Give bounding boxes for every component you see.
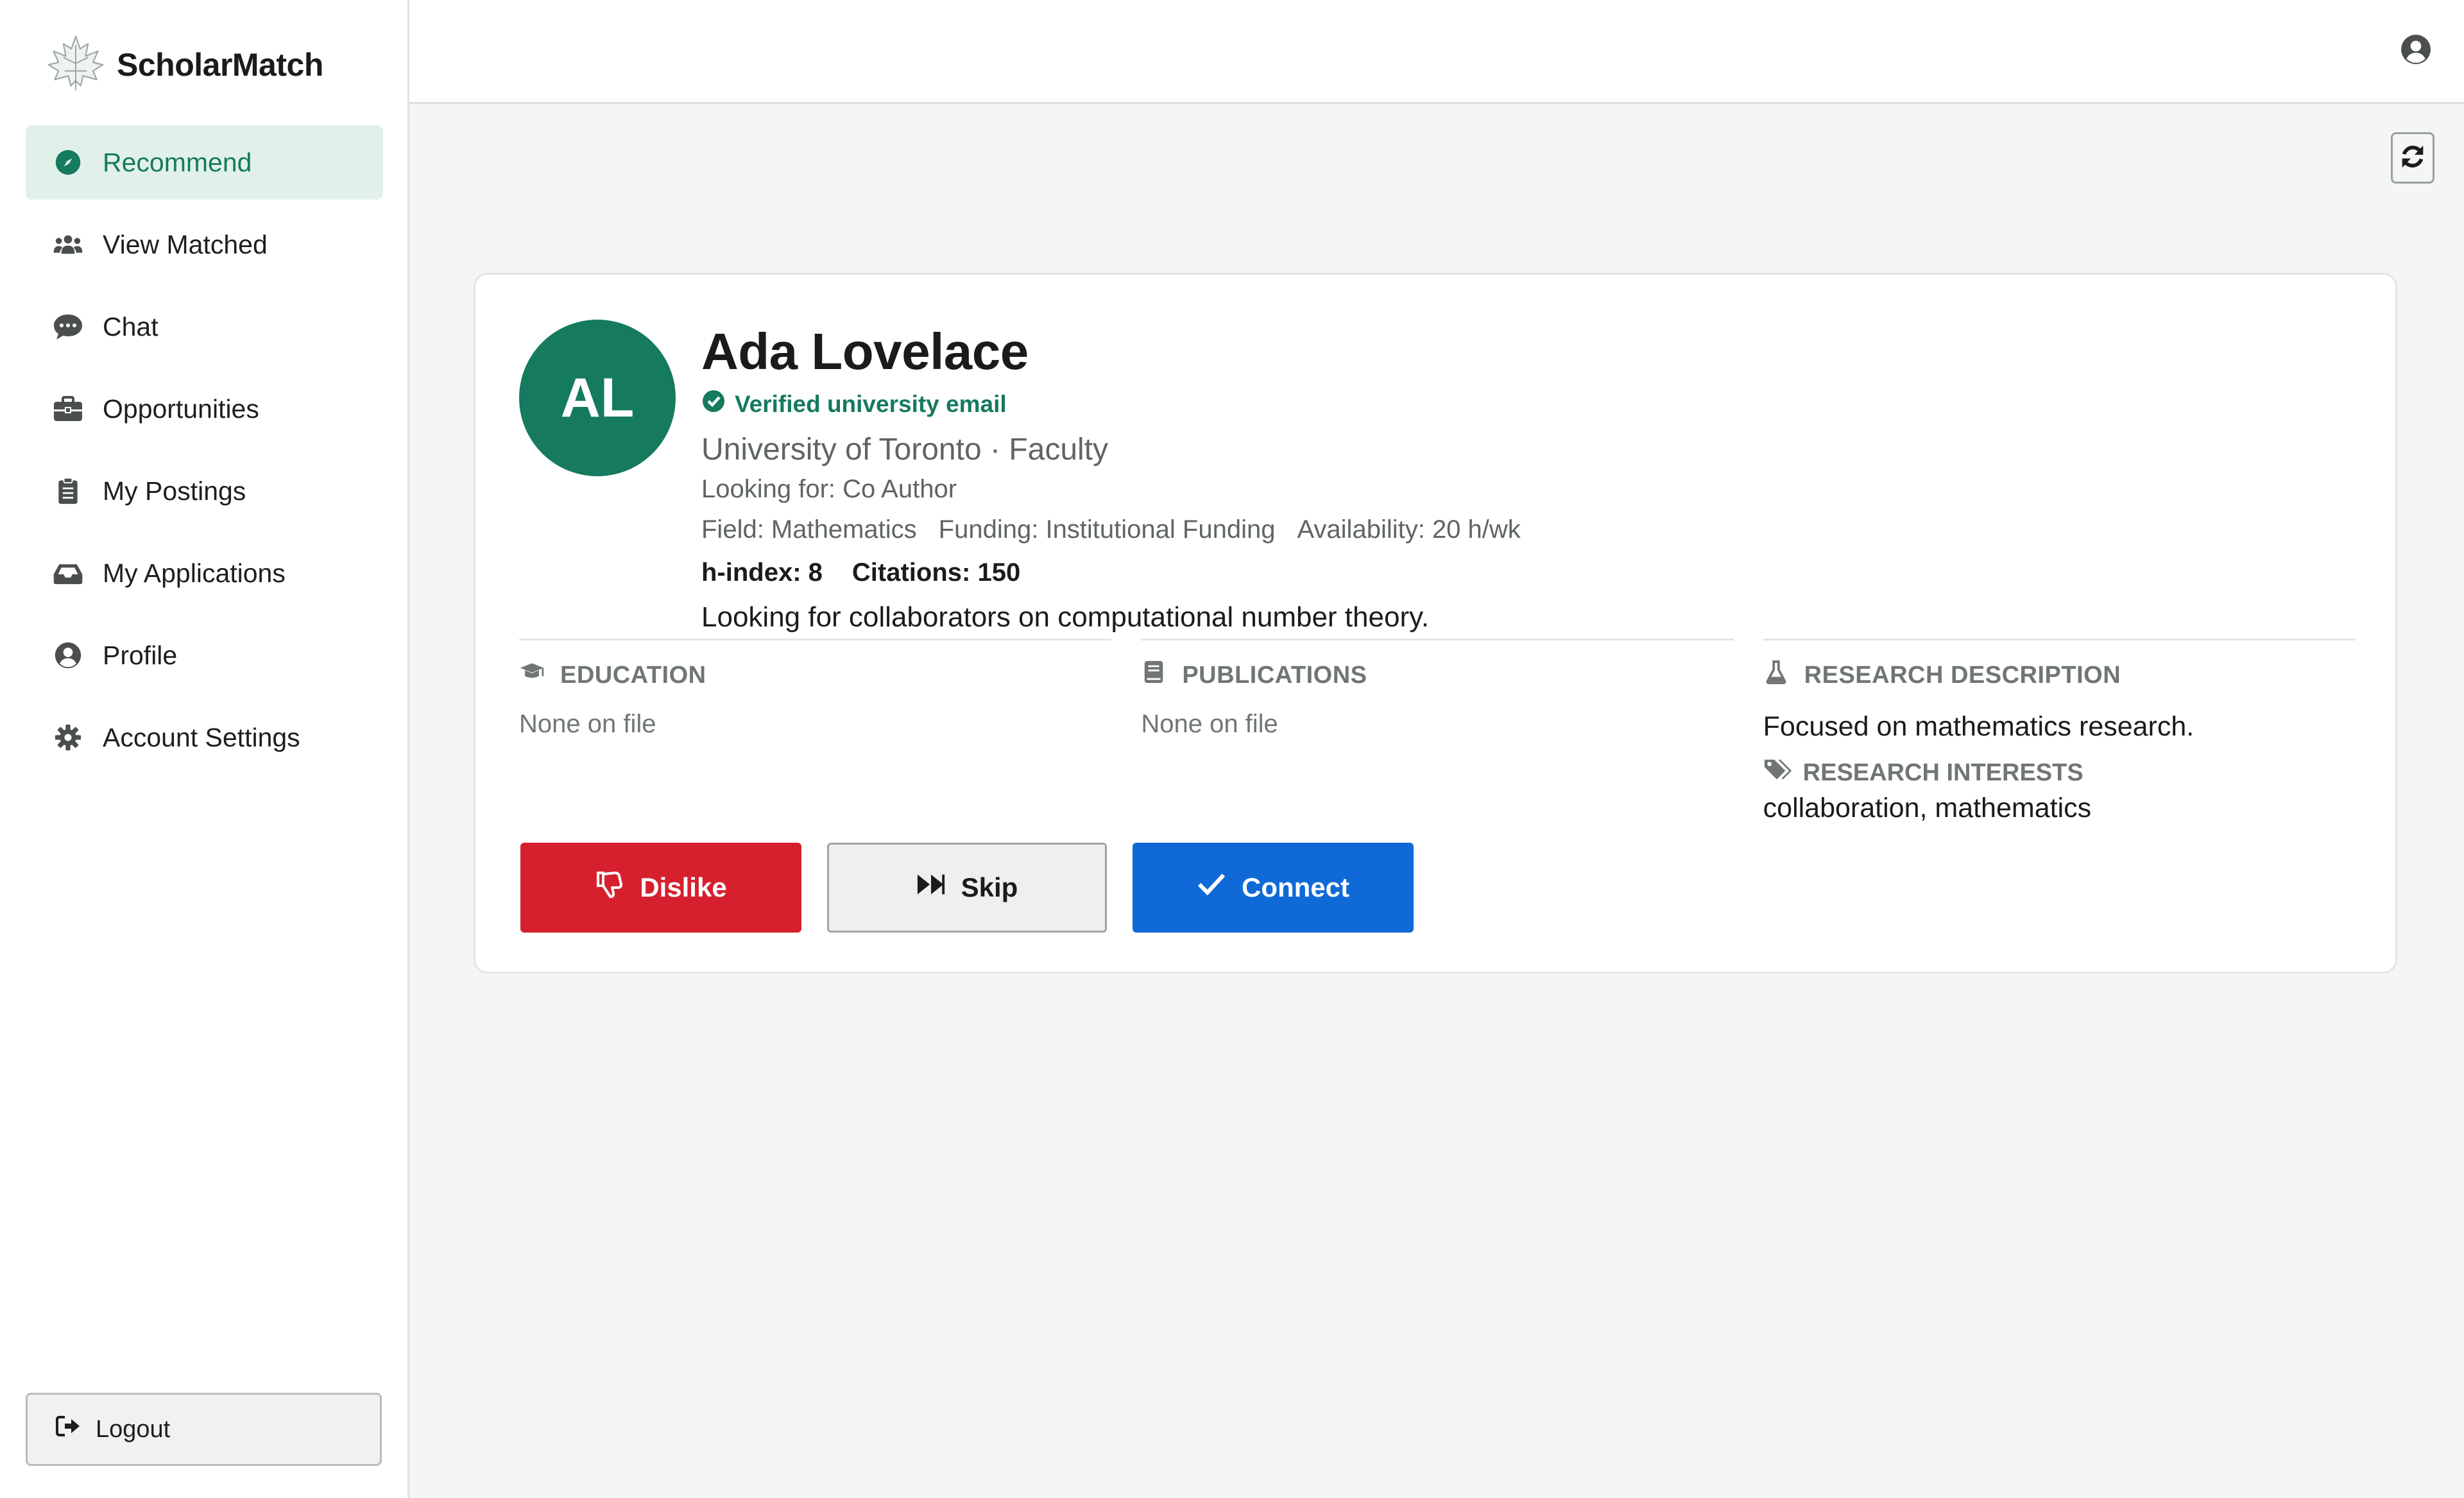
logout-label: Logout bbox=[96, 1415, 171, 1443]
fast-forward-icon bbox=[916, 870, 961, 905]
research-interests-value: collaboration, mathematics bbox=[1763, 793, 2092, 823]
research-section: RESEARCH DESCRIPTION Focused on mathemat… bbox=[1763, 639, 2356, 824]
briefcase-icon bbox=[53, 394, 87, 424]
user-circle-icon bbox=[53, 641, 87, 670]
sidebar-item-label: Opportunities bbox=[103, 393, 259, 424]
h-index: h-index: 8 bbox=[701, 558, 823, 587]
top-bar bbox=[409, 0, 2464, 104]
profile-name: Ada Lovelace bbox=[701, 323, 1029, 380]
book-icon bbox=[1141, 660, 1182, 691]
action-buttons: Dislike Skip Connect bbox=[520, 843, 1414, 933]
chat-icon bbox=[53, 312, 87, 341]
verified-label: Verified university email bbox=[735, 390, 1007, 417]
sidebar-item-chat[interactable]: Chat bbox=[26, 289, 383, 364]
affiliation: University of Toronto · Faculty bbox=[701, 433, 1109, 467]
inbox-icon bbox=[53, 558, 87, 588]
research-interests-title: RESEARCH INTERESTS bbox=[1802, 759, 2083, 786]
thumbs-down-icon bbox=[595, 870, 640, 905]
clipboard-icon bbox=[53, 476, 87, 506]
sidebar-item-label: Account Settings bbox=[103, 722, 300, 752]
recommendation-card: AL Ada Lovelace Verified university emai… bbox=[474, 273, 2397, 974]
availability: Availability: 20 h/wk bbox=[1297, 515, 1521, 544]
profile-meta: Field: Mathematics Funding: Institutiona… bbox=[701, 515, 1856, 544]
sidebar-item-label: Recommend bbox=[103, 147, 252, 177]
research-heading: RESEARCH DESCRIPTION bbox=[1763, 660, 2356, 691]
gear-icon bbox=[53, 723, 87, 752]
research-value: Focused on mathematics research. bbox=[1763, 711, 2194, 742]
education-value: None on file bbox=[519, 710, 656, 738]
tags-icon bbox=[1763, 757, 1803, 789]
maple-leaf-logo-icon bbox=[45, 33, 107, 98]
profile-info: Ada Lovelace Verified university email U… bbox=[701, 321, 1856, 633]
publications-title: PUBLICATIONS bbox=[1182, 661, 1367, 689]
dislike-button[interactable]: Dislike bbox=[520, 843, 801, 933]
publications-section: PUBLICATIONS None on file bbox=[1141, 639, 1734, 824]
sidebar: ScholarMatch Recommend View Matched Chat… bbox=[0, 0, 409, 1498]
field: Field: Mathematics bbox=[701, 515, 917, 544]
dislike-label: Dislike bbox=[640, 872, 727, 902]
connect-label: Connect bbox=[1242, 872, 1349, 902]
sidebar-nav: Recommend View Matched Chat Opportunitie… bbox=[26, 125, 383, 782]
profile-stats: h-index: 8 Citations: 150 bbox=[701, 558, 1856, 587]
funding: Funding: Institutional Funding bbox=[938, 515, 1276, 544]
brand[interactable]: ScholarMatch bbox=[45, 30, 323, 100]
connect-button[interactable]: Connect bbox=[1133, 843, 1414, 933]
brand-name: ScholarMatch bbox=[117, 47, 323, 83]
check-circle-icon bbox=[701, 389, 735, 419]
sidebar-item-label: Profile bbox=[103, 640, 178, 670]
avatar: AL bbox=[519, 320, 676, 476]
refresh-icon bbox=[2398, 142, 2427, 175]
education-heading: EDUCATION bbox=[519, 660, 1111, 691]
user-account-icon[interactable] bbox=[2400, 33, 2432, 65]
publications-value: None on file bbox=[1141, 710, 1278, 738]
verified-badge: Verified university email bbox=[701, 389, 1856, 419]
sidebar-item-opportunities[interactable]: Opportunities bbox=[26, 372, 383, 446]
research-interests-heading: RESEARCH INTERESTS bbox=[1763, 757, 2356, 789]
users-icon bbox=[53, 230, 87, 259]
looking-for: Looking for: Co Author bbox=[701, 475, 957, 503]
sidebar-item-recommend[interactable]: Recommend bbox=[26, 125, 383, 200]
sidebar-item-profile[interactable]: Profile bbox=[26, 618, 383, 693]
profile-sections: EDUCATION None on file PUBLICATIONS None… bbox=[519, 639, 2356, 824]
check-icon bbox=[1197, 870, 1242, 905]
skip-button[interactable]: Skip bbox=[827, 843, 1107, 933]
profile-bio: Looking for collaborators on computation… bbox=[701, 601, 1430, 633]
logout-button[interactable]: Logout bbox=[26, 1393, 382, 1466]
flask-icon bbox=[1763, 660, 1804, 691]
sidebar-item-label: Chat bbox=[103, 311, 158, 341]
sidebar-item-my-applications[interactable]: My Applications bbox=[26, 536, 383, 610]
logout-icon bbox=[56, 1415, 96, 1444]
sidebar-item-view-matched[interactable]: View Matched bbox=[26, 207, 383, 282]
publications-heading: PUBLICATIONS bbox=[1141, 660, 1733, 691]
education-section: EDUCATION None on file bbox=[519, 639, 1112, 824]
skip-label: Skip bbox=[961, 872, 1018, 902]
research-title: RESEARCH DESCRIPTION bbox=[1804, 661, 2121, 689]
sidebar-item-account-settings[interactable]: Account Settings bbox=[26, 700, 383, 775]
graduation-cap-icon bbox=[519, 660, 560, 691]
sidebar-item-label: My Postings bbox=[103, 476, 246, 506]
sidebar-item-my-postings[interactable]: My Postings bbox=[26, 454, 383, 528]
sidebar-item-label: View Matched bbox=[103, 229, 268, 259]
education-title: EDUCATION bbox=[560, 661, 706, 689]
refresh-button[interactable] bbox=[2391, 132, 2434, 184]
sidebar-item-label: My Applications bbox=[103, 558, 286, 588]
compass-icon bbox=[53, 148, 87, 177]
citations: Citations: 150 bbox=[851, 558, 1021, 587]
